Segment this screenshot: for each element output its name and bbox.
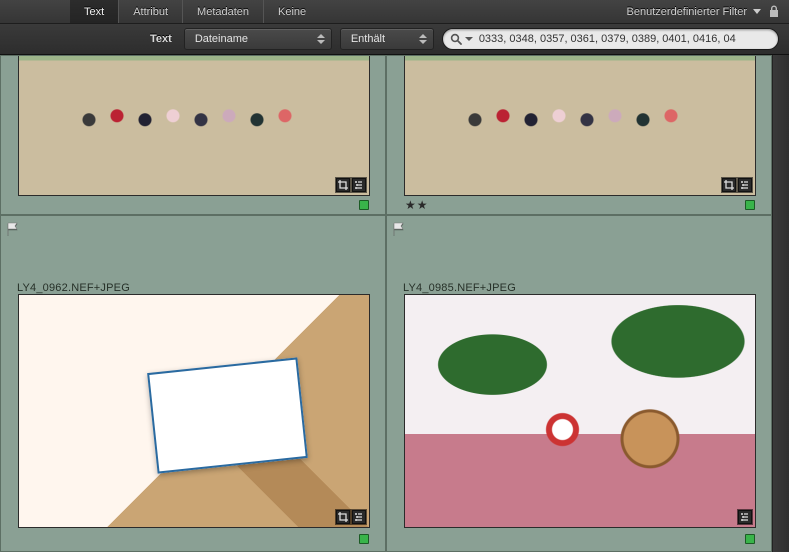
text-field-combo[interactable]: Dateiname <box>184 28 332 50</box>
grid-cell[interactable]: LY4_0985.NEF+JPEG <box>386 215 772 552</box>
vertical-scrollbar[interactable] <box>772 55 789 552</box>
filter-tab-label: Text <box>84 6 104 18</box>
lock-icon[interactable] <box>767 5 781 19</box>
thumbnail-badges <box>721 177 753 193</box>
grid-cell[interactable]: LY4_0962.NEF+JPEG <box>0 215 386 552</box>
rating-stars[interactable]: ★★ <box>405 198 429 212</box>
thumbnail-filename: LY4_0962.NEF+JPEG <box>17 282 130 294</box>
star-icon: ★ <box>417 198 429 212</box>
adjust-icon <box>352 510 366 524</box>
color-label-green[interactable] <box>359 200 369 210</box>
library-filter-bar: Text Attribut Metadaten Keine Benutzerde… <box>0 0 789 24</box>
adjust-icon <box>352 178 366 192</box>
filter-tab-label: Keine <box>278 6 306 18</box>
combo-value: Enthält <box>351 33 385 45</box>
thumbnail-filename: LY4_0985.NEF+JPEG <box>403 282 516 294</box>
chevron-down-icon[interactable] <box>753 9 761 14</box>
thumbnail-badges <box>737 509 753 525</box>
adjust-icon <box>738 510 752 524</box>
filter-tab-none[interactable]: Keine <box>263 0 320 23</box>
flag-icon[interactable] <box>393 222 405 236</box>
flag-icon[interactable] <box>7 222 19 236</box>
crop-icon <box>336 510 350 524</box>
color-label-green[interactable] <box>359 534 369 544</box>
search-icon <box>449 32 463 46</box>
filter-tab-metadata[interactable]: Metadaten <box>182 0 263 23</box>
text-filter-label: Text <box>150 33 172 45</box>
filter-tab-text[interactable]: Text <box>70 0 118 23</box>
adjust-icon <box>738 178 752 192</box>
grid-cell[interactable] <box>0 55 386 215</box>
color-label-green[interactable] <box>745 534 755 544</box>
thumbnail-image[interactable] <box>404 55 756 196</box>
filter-tab-label: Metadaten <box>197 6 249 18</box>
filter-tab-attribute[interactable]: Attribut <box>118 0 182 23</box>
thumbnail-badges <box>335 177 367 193</box>
chevron-down-icon[interactable] <box>465 37 473 41</box>
thumbnail-badges <box>335 509 367 525</box>
crop-icon <box>336 178 350 192</box>
combo-stepper-icon <box>417 31 429 47</box>
thumbnail-image[interactable] <box>18 55 370 196</box>
filter-tab-label: Attribut <box>133 6 168 18</box>
combo-stepper-icon <box>315 31 327 47</box>
grid-cell[interactable]: ★★ <box>386 55 772 215</box>
text-filter-row: Text Dateiname Enthält <box>0 24 789 55</box>
combo-value: Dateiname <box>195 33 248 45</box>
text-search-input[interactable] <box>479 33 770 45</box>
thumbnail-image[interactable] <box>404 294 756 528</box>
star-icon: ★ <box>405 198 417 212</box>
text-mode-combo[interactable]: Enthält <box>340 28 434 50</box>
text-search-field[interactable] <box>442 28 779 50</box>
filter-preset-label[interactable]: Benutzerdefinierter Filter <box>627 6 747 18</box>
color-label-green[interactable] <box>745 200 755 210</box>
crop-icon <box>722 178 736 192</box>
thumbnail-image[interactable] <box>18 294 370 528</box>
thumbnail-grid: ★★ LY4_0962.NEF+JPEG LY4_0985.NEF+JPEG <box>0 55 789 552</box>
